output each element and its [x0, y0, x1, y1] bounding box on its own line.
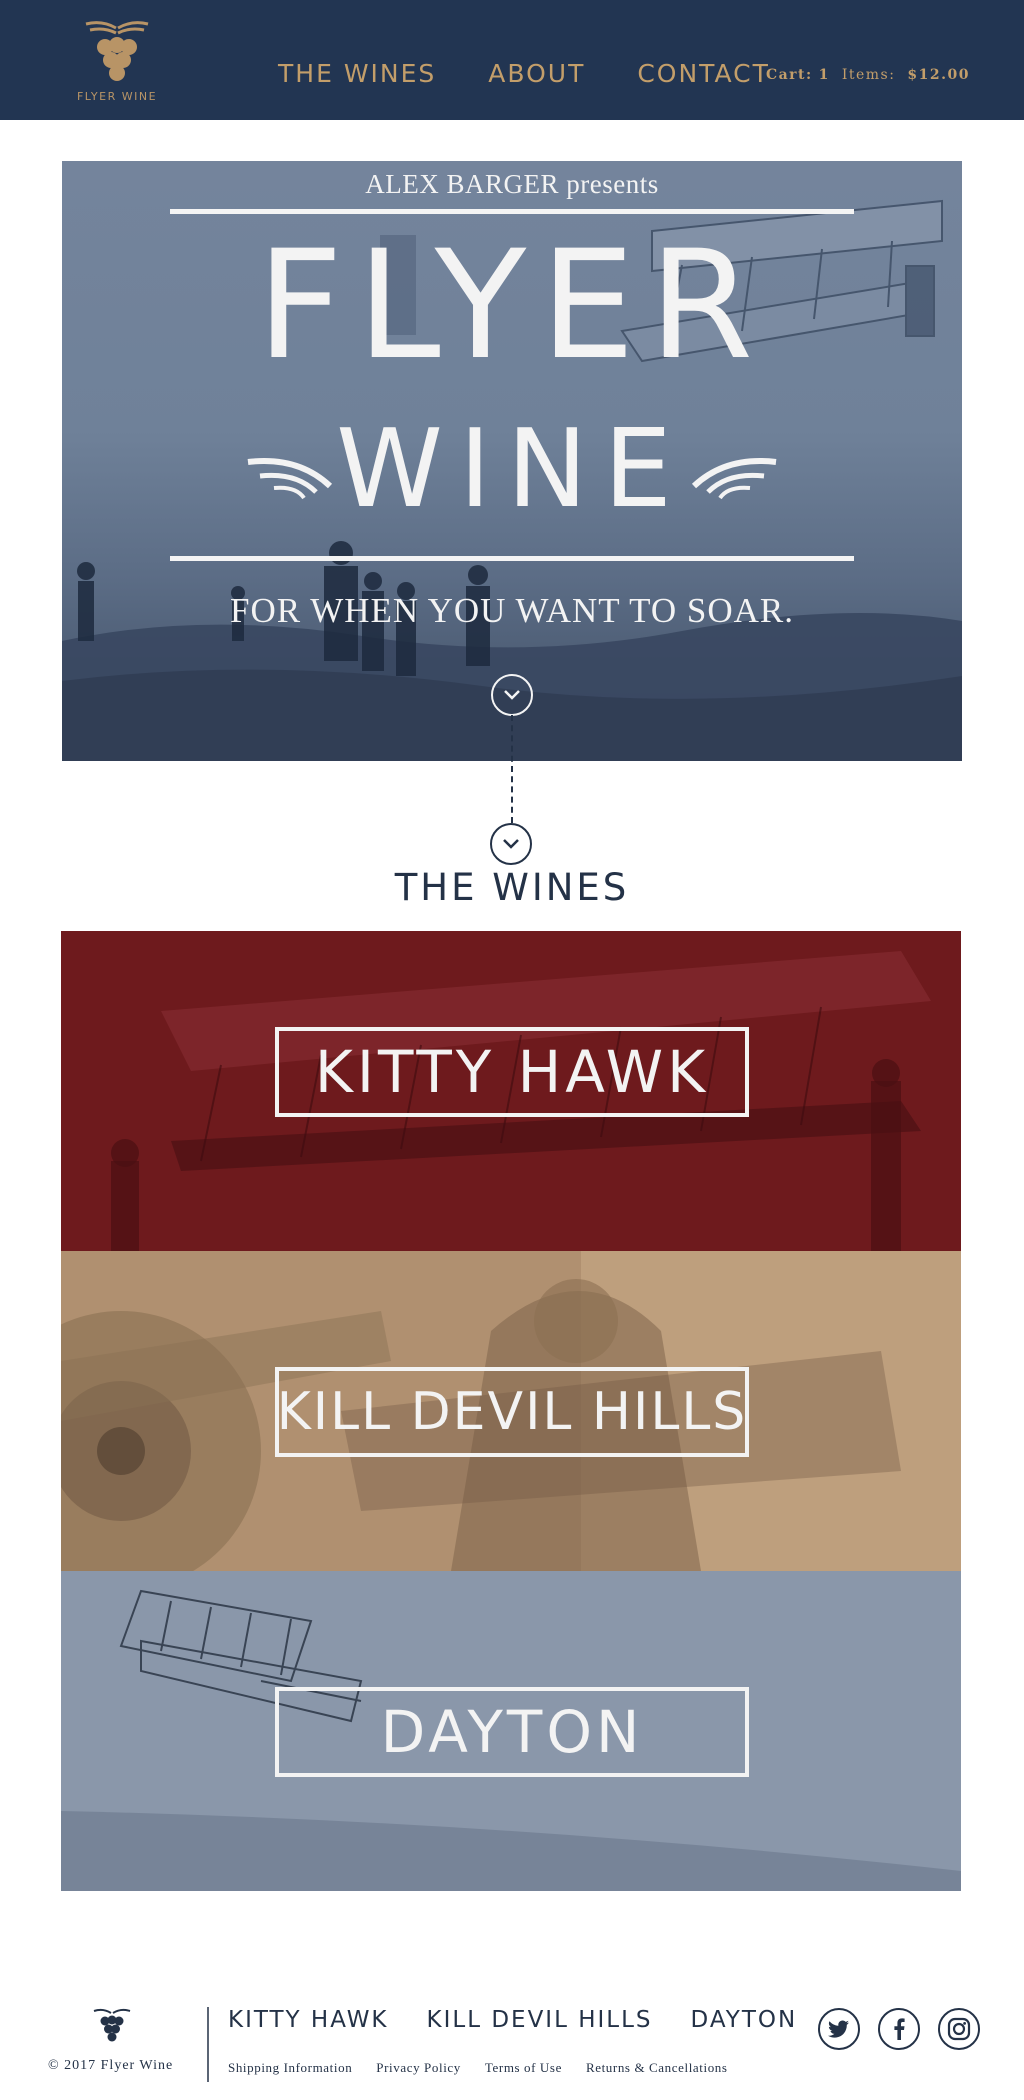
hero-subtitle: WINE [336, 407, 688, 532]
hero-title: FLYER [256, 219, 768, 393]
cart-summary[interactable]: Cart: 1 Items: $12.00 [766, 67, 970, 83]
brand-logo[interactable]: FLYER WINE [74, 18, 160, 108]
wines-section-title: THE WINES [394, 866, 630, 909]
wines-scroll-button[interactable] [490, 823, 532, 865]
right-wing-icon [692, 458, 777, 500]
footer-link-returns[interactable]: Returns & Cancellations [586, 2060, 728, 2076]
footer-logo[interactable] [92, 2007, 132, 2049]
grape-wings-logo-icon [93, 2008, 131, 2042]
wine-label-frame: DAYTON [275, 1687, 749, 1777]
footer-link-shipping[interactable]: Shipping Information [228, 2060, 352, 2076]
logo-text: FLYER WINE [76, 90, 158, 103]
cart-total: $12.00 [907, 67, 970, 83]
wine-name-kill-devil-hills: KILL DEVIL HILLS [276, 1382, 748, 1442]
left-wing-icon [247, 458, 332, 500]
hero-tagline: FOR WHEN YOU WANT TO SOAR. [229, 591, 795, 630]
main-nav: THE WINES ABOUT CONTACT [278, 56, 770, 92]
footer-link-dayton[interactable]: DAYTON [691, 2007, 798, 2033]
chevron-down-icon [504, 690, 520, 700]
footer-link-kill-devil-hills[interactable]: KILL DEVIL HILLS [427, 2007, 653, 2033]
copyright-text: © 2017 Flyer Wine [48, 2058, 174, 2073]
wine-panel-kitty-hawk[interactable]: KITTY HAWK [61, 931, 961, 1251]
twitter-icon [828, 2020, 849, 2038]
wine-panel-kill-devil-hills[interactable]: KILL DEVIL HILLS [61, 1251, 961, 1571]
cart-label: Cart: [765, 67, 813, 83]
footer-link-terms[interactable]: Terms of Use [485, 2060, 562, 2076]
footer-wine-links: KITTY HAWK KILL DEVIL HILLS DAYTON [228, 2007, 797, 2033]
hero-bottom-rule [170, 556, 854, 561]
facebook-button[interactable] [878, 2008, 920, 2050]
footer-link-privacy[interactable]: Privacy Policy [376, 2060, 461, 2076]
nav-about[interactable]: ABOUT [488, 56, 585, 92]
twitter-button[interactable] [818, 2008, 860, 2050]
instagram-button[interactable] [938, 2008, 980, 2050]
hero-top-rule [170, 209, 854, 214]
items-label: Items: [841, 67, 896, 83]
hero-banner: ALEX BARGER presents FLYER WINE FOR WHEN… [62, 161, 962, 761]
hero-presents: ALEX BARGER presents [365, 169, 659, 199]
wine-name-dayton: DAYTON [380, 1698, 644, 1766]
facebook-icon [894, 2018, 905, 2040]
cart-count: 1 [818, 67, 830, 83]
footer-policy-links: Shipping Information Privacy Policy Term… [228, 2060, 728, 2076]
wine-name-kitty-hawk: KITTY HAWK [314, 1038, 710, 1106]
instagram-icon [947, 2017, 971, 2041]
wine-panel-dayton[interactable]: DAYTON [61, 1571, 961, 1891]
wine-label-frame: KILL DEVIL HILLS [275, 1367, 749, 1457]
scroll-connector-line [511, 715, 513, 823]
wine-label-frame: KITTY HAWK [275, 1027, 749, 1117]
footer-divider [207, 2007, 209, 2082]
site-header: FLYER WINE THE WINES ABOUT CONTACT Cart:… [0, 0, 1024, 120]
nav-the-wines[interactable]: THE WINES [278, 56, 436, 92]
footer-link-kitty-hawk[interactable]: KITTY HAWK [228, 2007, 389, 2033]
chevron-down-icon [503, 839, 519, 849]
nav-contact[interactable]: CONTACT [637, 56, 770, 92]
scroll-down-button[interactable] [491, 674, 533, 716]
grape-wings-logo-icon [85, 21, 149, 81]
